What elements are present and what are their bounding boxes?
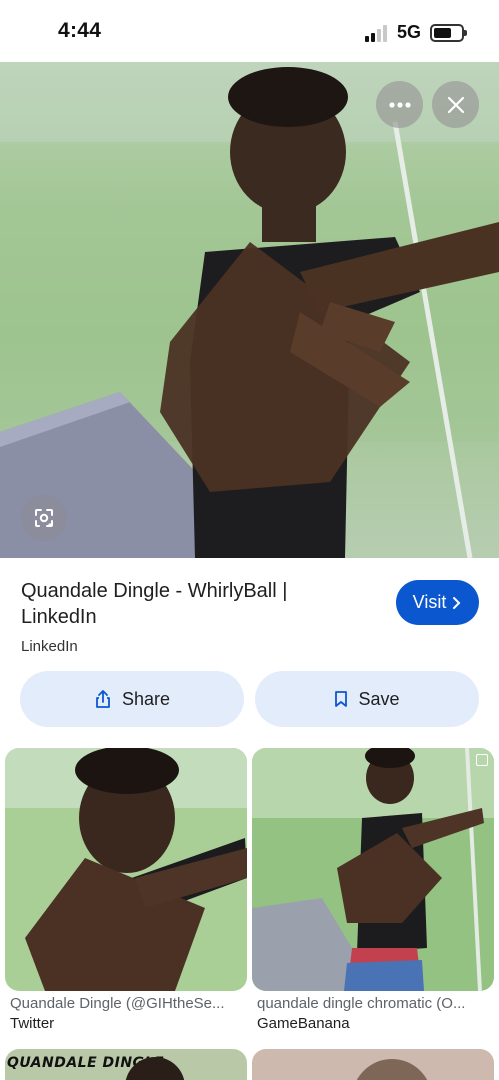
lens-search-icon (35, 509, 53, 527)
visit-button[interactable]: Visit (396, 580, 479, 625)
related-image[interactable] (5, 748, 247, 991)
related-card[interactable]: Quandale Dingle (@GIHtheSe... Twitter (5, 748, 247, 1032)
related-caption: quandale dingle chromatic (O... (257, 995, 466, 1012)
status-bar: 4:44 5G (0, 0, 499, 62)
save-label: Save (358, 688, 400, 709)
related-photo (5, 748, 247, 991)
share-label: Share (121, 688, 171, 709)
related-source: GameBanana (257, 1015, 350, 1032)
result-title[interactable]: Quandale Dingle - WhirlyBall | LinkedIn (21, 578, 321, 630)
related-card[interactable] (252, 1049, 494, 1080)
bookmark-icon (335, 691, 348, 707)
close-button[interactable] (432, 81, 479, 128)
related-image[interactable] (252, 748, 494, 991)
related-photo (352, 1059, 432, 1080)
related-caption: Quandale Dingle (@GIHtheSe... (10, 995, 225, 1012)
more-options-button[interactable] (376, 81, 423, 128)
lens-search-button[interactable] (21, 495, 67, 541)
result-info: Quandale Dingle - WhirlyBall | LinkedIn … (0, 558, 499, 743)
network-label: 5G (397, 22, 422, 42)
share-icon (96, 690, 110, 708)
status-time: 4:44 (58, 19, 102, 42)
visit-label: Visit (412, 592, 447, 612)
related-photo (252, 748, 494, 991)
chevron-right-icon (453, 596, 461, 609)
more-horizontal-icon (388, 101, 411, 108)
main-image[interactable] (0, 62, 499, 558)
close-icon (447, 96, 464, 113)
related-card[interactable]: QUANDALE DINGLE (5, 1049, 247, 1080)
battery-icon (430, 24, 467, 42)
related-card[interactable]: quandale dingle chromatic (O... GameBana… (252, 748, 494, 1032)
main-photo (0, 62, 499, 558)
save-button[interactable]: Save (255, 671, 479, 727)
result-source: LinkedIn (21, 638, 78, 655)
share-button[interactable]: Share (20, 671, 244, 727)
signal-icon (365, 25, 391, 42)
related-source: Twitter (10, 1015, 55, 1032)
image-badge-icon (476, 754, 488, 766)
